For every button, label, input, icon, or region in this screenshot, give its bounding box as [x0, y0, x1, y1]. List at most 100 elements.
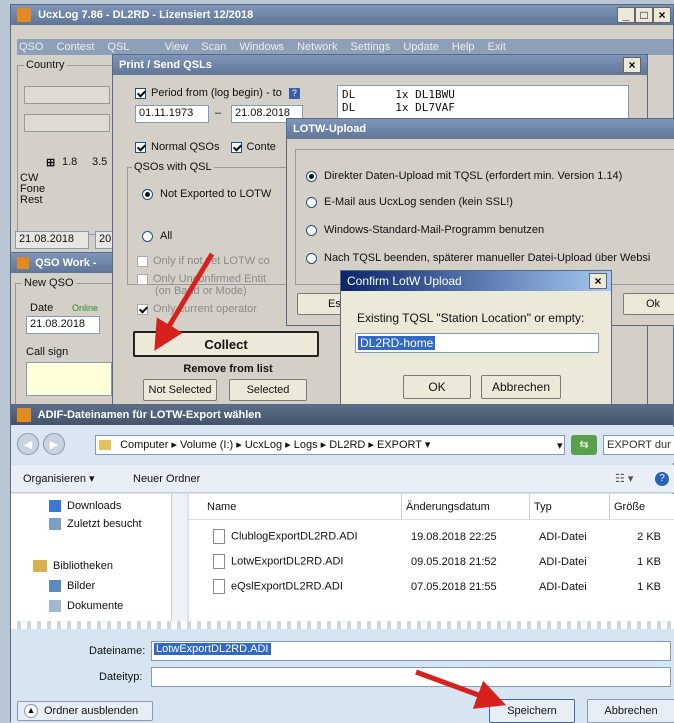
- country-label: Country: [24, 59, 67, 71]
- hide-folders-button[interactable]: ▲ Ordner ausblenden: [17, 701, 153, 721]
- menu-help[interactable]: Help: [452, 39, 475, 55]
- breadcrumb-volume[interactable]: Volume (I:): [180, 439, 233, 451]
- lotw-option-email[interactable]: E-Mail aus UcxLog senden (kein SSL!): [306, 196, 513, 208]
- breadcrumb[interactable]: Computer ▸ Volume (I:) ▸ UcxLog ▸ Logs ▸…: [95, 435, 565, 455]
- minimize-button[interactable]: _: [617, 7, 635, 23]
- breadcrumb-logs[interactable]: Logs: [294, 439, 318, 451]
- breadcrumb-ucxlog[interactable]: UcxLog: [245, 439, 282, 451]
- list-item[interactable]: DL 1x DL7VAF: [342, 101, 624, 114]
- breadcrumb-export[interactable]: EXPORT: [377, 439, 422, 451]
- confirm-ok-button[interactable]: OK: [403, 375, 471, 399]
- close-button[interactable]: ×: [653, 7, 671, 23]
- menu-qsl[interactable]: QSL: [108, 39, 130, 55]
- stats-band-1: 1.8: [62, 156, 78, 168]
- cancel-button[interactable]: Abbrechen: [587, 699, 674, 723]
- lotw-email-radio[interactable]: [306, 196, 317, 208]
- all-option[interactable]: All: [142, 230, 172, 242]
- qso-date-field[interactable]: 21.08.2018: [26, 316, 100, 334]
- print-send-title: Print / Send QSLs: [119, 59, 212, 71]
- table-row[interactable]: eQslExportDL2RD.ADI 07.05.2018 21:55 ADI…: [209, 574, 665, 599]
- all-radio[interactable]: [142, 230, 153, 242]
- normal-qsos-checkbox[interactable]: [135, 141, 146, 153]
- not-exported-radio[interactable]: [142, 188, 153, 200]
- back-button[interactable]: ◀: [17, 433, 39, 455]
- new-qso-group: New QSO Date Online 21.08.2018 Call sign: [15, 277, 115, 407]
- lotw-direct-radio[interactable]: [306, 170, 317, 182]
- column-name[interactable]: Name: [207, 494, 236, 520]
- new-folder-button[interactable]: Neuer Ordner: [133, 465, 200, 493]
- search-input[interactable]: EXPORT dur: [603, 435, 674, 455]
- save-button[interactable]: Speichern: [489, 699, 575, 723]
- only-not-yet-checkbox[interactable]: [137, 255, 148, 267]
- filename-input[interactable]: LotwExportDL2RD.ADI: [151, 641, 671, 661]
- lotw-mailprog-radio[interactable]: [306, 224, 317, 236]
- lotw-option-manual[interactable]: Nach TQSL beenden, späterer manueller Da…: [306, 252, 650, 264]
- contest-label: Conte: [246, 141, 276, 153]
- libraries-icon: [33, 560, 47, 573]
- main-date-field[interactable]: 21.08.2018: [15, 231, 89, 249]
- menu-windows[interactable]: Windows: [239, 39, 284, 55]
- menu-update[interactable]: Update: [403, 39, 438, 55]
- organize-button[interactable]: Organisieren ▾: [23, 465, 95, 493]
- nav-item-pictures[interactable]: Bilder: [49, 580, 95, 593]
- country-field[interactable]: [24, 86, 110, 104]
- collect-button[interactable]: Collect: [133, 331, 319, 357]
- help-icon[interactable]: ?: [655, 472, 669, 486]
- breadcrumb-dl2rd[interactable]: DL2RD: [329, 439, 365, 451]
- lotw-ok-button[interactable]: Ok: [623, 293, 674, 315]
- filetype-label: Dateityp:: [99, 671, 143, 683]
- maximize-button[interactable]: □: [635, 7, 653, 23]
- not-exported-label: Not Exported to LOTW: [160, 188, 272, 200]
- confirm-close-button[interactable]: ×: [589, 273, 607, 289]
- callsign-field[interactable]: [26, 362, 112, 396]
- only-unconfirmed-checkbox[interactable]: [137, 273, 148, 285]
- menu-contest[interactable]: Contest: [57, 39, 95, 55]
- lotw-option-mailprog[interactable]: Windows-Standard-Mail-Programm benutzen: [306, 224, 544, 236]
- only-current-checkbox[interactable]: [137, 303, 148, 315]
- menu-qso[interactable]: QSO: [19, 39, 43, 55]
- not-exported-option[interactable]: Not Exported to LOTW: [142, 188, 271, 200]
- adif-titlebar: ADIF-Dateinamen für LOTW-Export wählen: [11, 405, 673, 425]
- column-type[interactable]: Typ: [529, 494, 552, 520]
- country-field-2[interactable]: [24, 114, 110, 132]
- nav-item-documents[interactable]: Dokumente: [49, 600, 123, 613]
- list-item[interactable]: DL 1x DL1BWU: [342, 88, 624, 101]
- main-titlebar: UcxLog 7.86 - DL2RD - Lizensiert 12/2018: [11, 5, 673, 25]
- lotw-option-direct[interactable]: Direkter Daten-Upload mit TQSL (erforder…: [306, 170, 622, 182]
- breadcrumb-computer[interactable]: Computer: [120, 439, 168, 451]
- table-row[interactable]: ClublogExportDL2RD.ADI 19.08.2018 22:25 …: [209, 524, 665, 549]
- only-not-yet-row: Only if not yet LOTW co: [137, 255, 270, 267]
- menu-settings[interactable]: Settings: [351, 39, 391, 55]
- station-location-input[interactable]: DL2RD-home: [355, 333, 599, 353]
- contest-checkbox[interactable]: [230, 141, 242, 153]
- lotw-manual-radio[interactable]: [306, 252, 317, 264]
- menu-exit[interactable]: Exit: [488, 39, 506, 55]
- nav-item-downloads[interactable]: Downloads: [49, 500, 121, 513]
- only-unconfirmed-row: Only Unconfirmed Entit: [137, 273, 266, 285]
- table-row[interactable]: LotwExportDL2RD.ADI 09.05.2018 21:52 ADI…: [209, 549, 665, 574]
- not-selected-button[interactable]: Not Selected: [143, 379, 217, 401]
- menu-scan[interactable]: Scan: [201, 39, 226, 55]
- filetype-select[interactable]: [151, 667, 671, 687]
- lotw-email-label: E-Mail aus UcxLog senden (kein SSL!): [324, 196, 513, 208]
- menu-view[interactable]: View: [165, 39, 189, 55]
- dropdown-arrow-icon[interactable]: ▾: [557, 439, 563, 452]
- period-checkbox[interactable]: [135, 87, 146, 99]
- lotw-manual-label: Nach TQSL beenden, späterer manueller Da…: [324, 252, 651, 264]
- nav-scrollbar[interactable]: [171, 494, 187, 622]
- band-mode-note: (on Band or Mode): [155, 285, 247, 297]
- confirm-cancel-button[interactable]: Abbrechen: [481, 375, 561, 399]
- period-help-icon[interactable]: ?: [288, 88, 300, 99]
- nav-item-recent[interactable]: Zuletzt besucht: [49, 518, 142, 531]
- date-from-field[interactable]: 01.11.1973: [135, 105, 209, 123]
- forward-button[interactable]: ▶: [43, 433, 65, 455]
- column-date[interactable]: Änderungsdatum: [401, 494, 490, 520]
- nav-item-libraries[interactable]: Bibliotheken: [33, 560, 113, 573]
- column-size[interactable]: Größe: [609, 494, 645, 520]
- menu-network[interactable]: Network: [297, 39, 337, 55]
- view-options-icon[interactable]: ☷ ▾: [615, 465, 633, 493]
- print-send-close-button[interactable]: ×: [623, 57, 641, 73]
- refresh-button[interactable]: ⇆: [571, 435, 597, 455]
- filename-label: Dateiname:: [89, 645, 146, 657]
- selected-button[interactable]: Selected: [229, 379, 307, 401]
